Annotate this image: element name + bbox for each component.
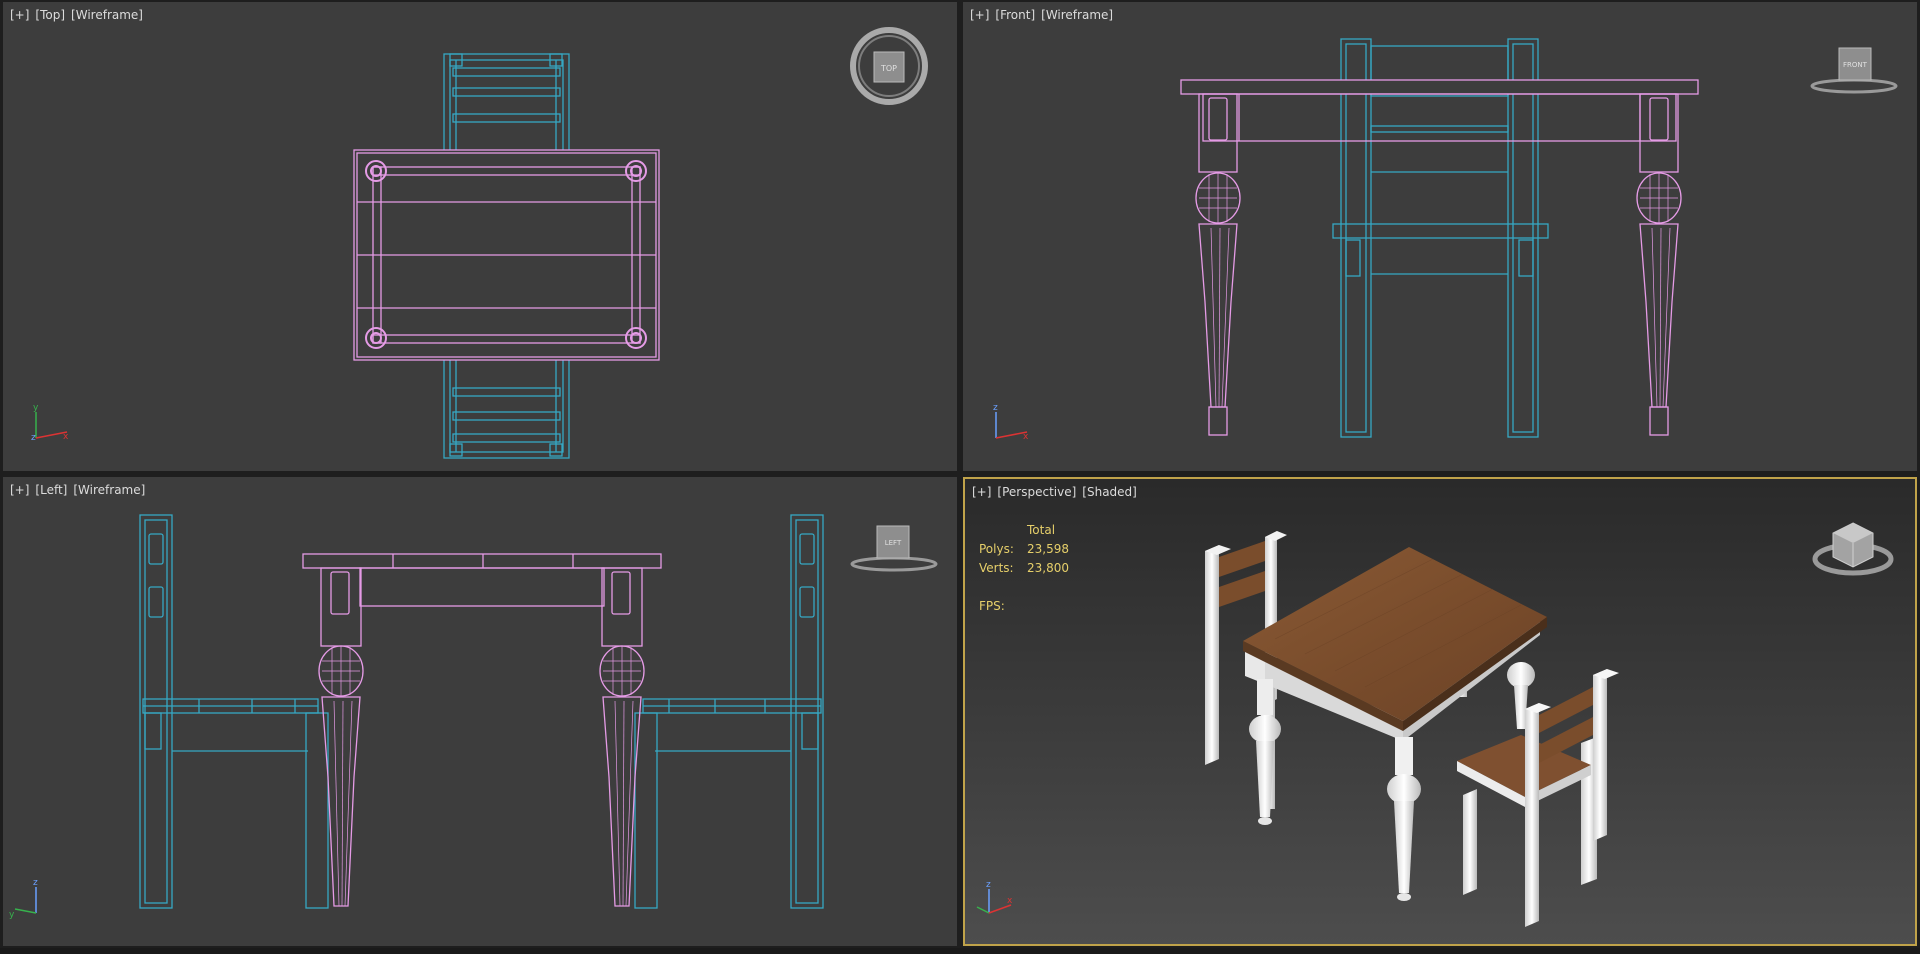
top-scene: y z x — [31, 53, 660, 459]
svg-text:FRONT: FRONT — [1843, 61, 1868, 69]
svg-text:x: x — [1023, 432, 1029, 442]
viewport-perspective[interactable]: [+] [Perspective] [Shaded] Total Polys: 2… — [963, 477, 1917, 946]
viewcube-icon[interactable]: TOP — [849, 26, 929, 106]
table-wireframe-top — [353, 149, 660, 361]
svg-text:z: z — [33, 878, 38, 888]
viewport-left[interactable]: [+] [Left] [Wireframe] z y LEFT — [3, 477, 957, 946]
axis-tripod-icon: z y — [9, 878, 38, 920]
svg-text:x: x — [63, 432, 69, 442]
chairs-wireframe-left — [139, 514, 824, 909]
svg-text:z: z — [31, 433, 36, 443]
front-scene: z x — [993, 38, 1699, 442]
table-shaded — [1243, 547, 1547, 901]
viewcube-icon[interactable]: FRONT — [1809, 44, 1899, 96]
svg-text:TOP: TOP — [880, 64, 897, 73]
chair-front-shaded — [1457, 669, 1619, 927]
perspective-scene: z x — [976, 531, 1619, 927]
chair-wireframe-front — [1332, 38, 1549, 438]
table-wireframe-left — [302, 553, 662, 907]
svg-text:x: x — [1007, 896, 1013, 906]
axis-tripod-icon: y z x — [31, 403, 69, 443]
svg-text:LEFT: LEFT — [885, 539, 902, 547]
svg-text:y: y — [9, 910, 15, 920]
viewport-front[interactable]: [+] [Front] [Wireframe] z x FRONT — [963, 2, 1917, 471]
axis-tripod-icon: z x — [976, 880, 1013, 914]
viewcube-icon[interactable] — [1811, 515, 1895, 583]
viewport-top[interactable]: [+] [Top] [Wireframe] y z x TOP — [3, 2, 957, 471]
svg-text:y: y — [33, 403, 39, 413]
table-wireframe-front — [1180, 79, 1699, 436]
axis-tripod-icon: z x — [993, 403, 1029, 442]
viewcube-icon[interactable]: LEFT — [849, 522, 939, 574]
status-strip — [0, 948, 1920, 954]
svg-text:z: z — [986, 880, 991, 890]
svg-text:z: z — [993, 403, 998, 413]
left-scene: z y — [9, 514, 824, 920]
